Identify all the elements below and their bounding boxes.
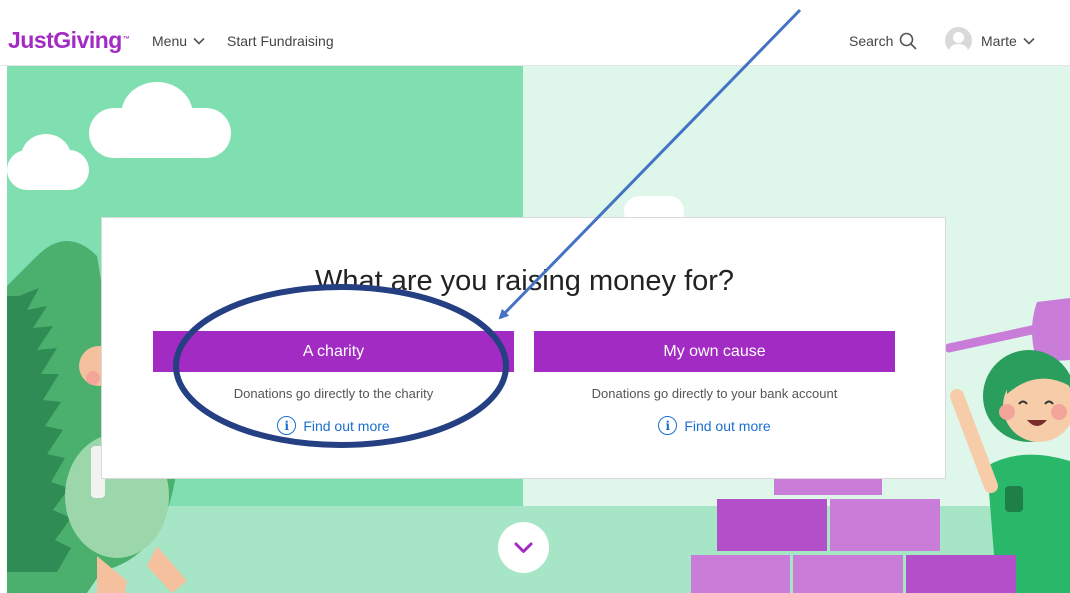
avatar-icon [945, 27, 972, 54]
find-out-more-link-charity[interactable]: i Find out more [153, 416, 514, 435]
a-charity-button[interactable]: A charity [153, 331, 514, 372]
own-cause-description: Donations go directly to your bank accou… [591, 386, 838, 401]
start-fundraising-label: Start Fundraising [227, 33, 334, 49]
page-title: What are you raising money for? [314, 265, 735, 297]
find-out-more-link-own-cause[interactable]: i Find out more [534, 416, 895, 435]
fundraising-type-card: What are you raising money for? A charit… [101, 217, 946, 479]
option-charity: A charity Donations go directly to the c… [153, 331, 514, 435]
option-own-cause: My own cause Donations go directly to yo… [534, 331, 895, 435]
search-icon [900, 32, 917, 50]
scroll-down-button[interactable] [498, 522, 549, 573]
chevron-down-icon [193, 37, 205, 45]
my-own-cause-button[interactable]: My own cause [534, 331, 895, 372]
justgiving-logo[interactable]: JustGiving™ [8, 26, 130, 54]
logo-trademark: ™ [122, 36, 130, 43]
menu-label: Menu [152, 33, 188, 49]
logo-text: JustGiving [8, 27, 122, 53]
search-label: Search [849, 33, 894, 49]
chevron-down-icon [1023, 37, 1035, 45]
user-name: Marte [981, 32, 1017, 49]
find-out-more-label: Find out more [303, 417, 390, 434]
start-fundraising-link[interactable]: Start Fundraising [227, 32, 334, 50]
site-header: JustGiving™ Menu Start Fundraising Searc… [0, 0, 1070, 66]
find-out-more-label: Find out more [684, 417, 771, 434]
bricks-illustration [691, 471, 1070, 593]
user-menu[interactable]: Marte [945, 27, 1035, 54]
cloud-illustration [121, 82, 193, 148]
cloud-illustration [21, 134, 71, 180]
info-icon: i [277, 416, 297, 435]
info-icon: i [658, 416, 678, 435]
search-button[interactable]: Search [849, 32, 917, 50]
menu-dropdown[interactable]: Menu [152, 32, 205, 50]
chevron-down-icon [514, 542, 533, 553]
charity-description: Donations go directly to the charity [233, 386, 434, 401]
